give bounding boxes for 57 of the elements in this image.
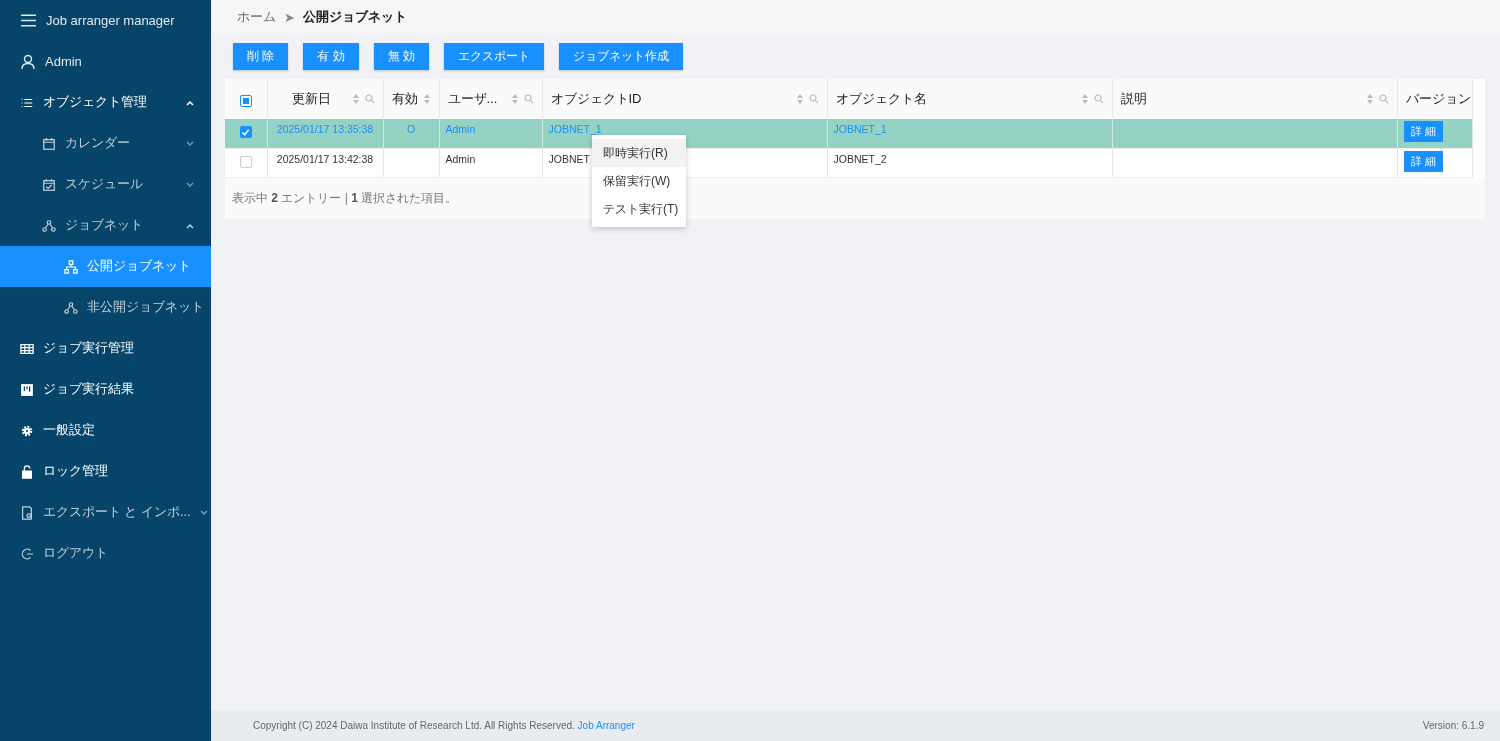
table-cell: 2025/01/17 13:35:38 <box>276 123 374 135</box>
row-checkbox[interactable] <box>239 155 252 168</box>
search-icon[interactable] <box>364 94 375 104</box>
sidebar-item[interactable]: カレンダー <box>0 123 211 164</box>
sidebar-item[interactable]: ログアウト <box>0 533 211 574</box>
row-checkbox[interactable] <box>239 126 252 138</box>
table-cell: JOBNET_1 <box>548 123 602 135</box>
table-cell: O <box>406 123 416 135</box>
table-cell: JOBNET <box>548 152 590 165</box>
gear-icon <box>20 423 34 438</box>
sidebar-item[interactable]: オブジェクト管理 <box>0 82 211 123</box>
table-cell: 2025/01/17 13:42:38 <box>276 152 374 165</box>
sidebar-item[interactable]: エクスポート と インポ... <box>0 492 211 533</box>
node-tree-icon <box>64 300 78 315</box>
menu-icon <box>20 12 37 29</box>
sidebar-item[interactable]: 一般設定 <box>0 410 211 451</box>
select-all-checkbox[interactable] <box>239 94 252 107</box>
node-tree-icon <box>42 218 56 233</box>
search-icon[interactable] <box>523 94 534 104</box>
table-cell: JOBNET_1 <box>833 123 887 135</box>
menu-item[interactable]: 即時実行(R) <box>592 139 686 167</box>
copyright-text: Copyright (C) 2024 Daiwa Institute of Research Ltd. All Rights Reserved. Job Arranger <box>253 720 635 731</box>
breadcrumb-item[interactable]: ホーム <box>237 8 276 26</box>
board-icon <box>20 382 34 397</box>
table-cell: Admin <box>445 123 476 135</box>
version-text: Version: 6.1.9 <box>1422 720 1484 731</box>
sort-icon[interactable] <box>1365 93 1374 105</box>
search-icon[interactable] <box>1093 94 1104 104</box>
table-cell: Admin <box>445 152 476 165</box>
calendar-check-icon <box>42 177 56 192</box>
menu-item[interactable]: 保留実行(W) <box>592 167 686 195</box>
app-title: Job arranger manager <box>46 13 176 28</box>
document-icon <box>20 505 34 520</box>
search-icon[interactable] <box>808 94 819 104</box>
sort-icon[interactable] <box>795 93 804 105</box>
table-icon <box>20 341 34 356</box>
sidebar-item[interactable]: ジョブネット <box>0 205 211 246</box>
lock-icon <box>20 464 34 479</box>
sidebar-item[interactable]: ジョブ実行結果 <box>0 369 211 410</box>
logout-icon <box>20 546 34 561</box>
calendar-icon <box>42 136 56 151</box>
sort-icon[interactable] <box>422 93 431 105</box>
sidebar-item[interactable]: 非公開ジョブネット <box>0 287 211 328</box>
menu-item[interactable]: テスト実行(T) <box>592 195 686 223</box>
breadcrumb-item: 公開ジョブネット <box>303 8 407 26</box>
sort-icon[interactable] <box>351 93 360 105</box>
sort-icon[interactable] <box>1080 93 1089 105</box>
sitemap-icon <box>64 259 78 274</box>
sort-icon[interactable] <box>510 93 519 105</box>
table-cell: JOBNET_2 <box>833 152 887 165</box>
search-icon[interactable] <box>1378 94 1389 104</box>
user-icon <box>20 53 36 70</box>
sidebar-item[interactable]: ロック管理 <box>0 451 211 492</box>
sidebar-item[interactable]: ジョブ実行管理 <box>0 328 211 369</box>
breadcrumb-separator: ➤ <box>284 9 295 25</box>
user-name: Admin <box>45 54 83 69</box>
sidebar-item[interactable]: スケジュール <box>0 164 211 205</box>
